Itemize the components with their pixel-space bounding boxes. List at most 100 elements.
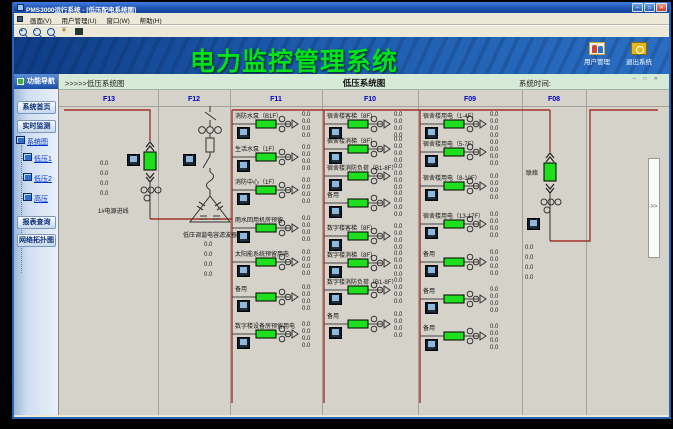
zoom-reset-icon[interactable]	[46, 27, 57, 37]
feeder-breaker-closed[interactable]	[444, 120, 464, 128]
feeder-breaker-closed[interactable]	[348, 145, 368, 153]
feeder-breaker-closed[interactable]	[256, 293, 276, 301]
feeder-breaker-closed[interactable]	[256, 153, 276, 161]
feeder-breaker-closed[interactable]	[348, 232, 368, 240]
tree-item-hv[interactable]: 高压	[34, 194, 48, 204]
tree-item-system-diagram[interactable]: 系统图	[27, 137, 48, 147]
measurement-value: 0.0	[394, 178, 402, 184]
measurement-value: 0.0	[490, 195, 498, 201]
tree-item-lv1[interactable]: 低压1	[34, 154, 52, 164]
fullscreen-icon[interactable]	[74, 27, 85, 37]
measurement-value: 0.0	[302, 230, 310, 236]
meter-icon[interactable]	[237, 265, 250, 277]
flow-arrow-icon	[384, 145, 390, 153]
zoom-in-icon[interactable]: +	[18, 27, 29, 37]
mdi-window-controls[interactable]: ─ □ ✕	[632, 76, 661, 82]
minimize-button[interactable]: ─	[632, 3, 643, 12]
sidebar-item-realtime[interactable]: 实时监测	[17, 120, 56, 133]
measurement-value: 0.0	[394, 251, 402, 257]
meter-icon[interactable]	[425, 189, 438, 201]
delta-capacitor-bank	[190, 196, 230, 222]
measurement-value: 0.0	[394, 292, 402, 298]
meter-icon[interactable]	[425, 227, 438, 239]
flow-arrow-icon	[480, 295, 486, 303]
exit-system-button[interactable]: 退出系统	[622, 42, 656, 66]
feeder-breaker-closed[interactable]	[348, 199, 368, 207]
chevron-down-icon	[546, 184, 554, 193]
ct-symbol	[215, 127, 222, 134]
meter-icon[interactable]	[425, 155, 438, 167]
page-title: 低压系统图	[59, 77, 669, 89]
feeder-breaker-closed[interactable]	[348, 259, 368, 267]
measurement-value: 0.0	[490, 294, 498, 300]
user-management-button[interactable]: 用户管理	[580, 42, 614, 66]
feeder-breaker-closed[interactable]	[444, 295, 464, 303]
meter-icon[interactable]	[237, 231, 250, 243]
feeder-breaker-closed[interactable]	[444, 148, 464, 156]
feeder-breaker-closed[interactable]	[256, 120, 276, 128]
feeder-breaker-closed[interactable]	[348, 172, 368, 180]
meter-icon[interactable]	[527, 218, 540, 230]
feeder-breaker-closed[interactable]	[256, 258, 276, 266]
measurement-value: 0.0	[394, 119, 402, 125]
measurement-value: 0.0	[302, 223, 310, 229]
zoom-out-icon[interactable]: -	[32, 27, 43, 37]
measurement-value: 0.0	[490, 212, 498, 218]
meter-icon[interactable]	[329, 327, 342, 339]
meter-icon[interactable]	[237, 193, 250, 205]
feeder-label: 备用	[235, 284, 247, 293]
measurement-value: 0.0	[490, 147, 498, 153]
feeder-breaker-closed[interactable]	[348, 120, 368, 128]
feeder-breaker-closed[interactable]	[256, 224, 276, 232]
meter-icon[interactable]	[425, 302, 438, 314]
menu-bar: 画面(V) 用户管理(U) 窗口(W) 帮助(H)	[14, 13, 669, 25]
feeder-breaker-closed[interactable]	[256, 330, 276, 338]
meter-icon[interactable]	[237, 337, 250, 349]
meter-icon[interactable]	[183, 154, 196, 166]
menu-window[interactable]: 窗口(W)	[102, 15, 133, 25]
title-bar[interactable]: PMS3000运行系统 - [低压配电系统图] ─ □ ✕	[14, 2, 669, 13]
menu-user-management[interactable]: 用户管理(U)	[57, 15, 100, 25]
sidebar-item-report[interactable]: 报表查询	[17, 216, 56, 229]
feeder-breaker-closed[interactable]	[444, 182, 464, 190]
meter-icon[interactable]	[425, 265, 438, 277]
meter-icon[interactable]	[329, 206, 342, 218]
feeder-label: 宿舍楼消梯（8F）	[327, 136, 376, 145]
measurement-value: 0.0	[302, 306, 310, 312]
meter-icon[interactable]	[425, 127, 438, 139]
tree-item-lv2[interactable]: 低压2	[34, 174, 52, 184]
flow-arrow-icon	[384, 172, 390, 180]
measurement-value: 0.0	[302, 343, 310, 349]
tie-breaker-closed[interactable]	[544, 163, 556, 181]
meter-icon[interactable]	[237, 160, 250, 172]
menu-help[interactable]: 帮助(H)	[136, 15, 166, 25]
next-page-button[interactable]: >>	[648, 158, 660, 258]
sidebar-item-topology[interactable]: 网络拓扑图	[17, 234, 56, 247]
ct-symbol	[279, 230, 285, 236]
feeder-breaker-closed[interactable]	[348, 320, 368, 328]
meter-icon[interactable]	[237, 300, 250, 312]
feeder-breaker-closed[interactable]	[444, 258, 464, 266]
ct-symbol	[279, 192, 285, 198]
users-icon	[589, 42, 605, 55]
meter-icon[interactable]	[127, 154, 140, 166]
meter-icon[interactable]	[329, 293, 342, 305]
flow-arrow-icon	[292, 330, 298, 338]
annotate-icon[interactable]: ¥	[60, 27, 71, 37]
incoming-breaker-closed[interactable]	[144, 152, 156, 170]
feeder-breaker-closed[interactable]	[256, 186, 276, 194]
close-button[interactable]: ✕	[656, 3, 667, 12]
feeder-breaker-closed[interactable]	[348, 286, 368, 294]
measurement-value: 0.0	[394, 144, 402, 150]
meter-icon[interactable]	[237, 127, 250, 139]
sidebar-item-home[interactable]: 系统首页	[17, 101, 56, 114]
feeder-breaker-closed[interactable]	[444, 220, 464, 228]
ct-symbol	[371, 126, 377, 132]
chevron-up-icon	[546, 153, 554, 162]
maximize-button[interactable]: □	[644, 3, 655, 12]
measurement-value: 0.0	[490, 112, 498, 118]
measurement-value: 0.0	[302, 271, 310, 277]
meter-icon[interactable]	[425, 339, 438, 351]
menu-view[interactable]: 画面(V)	[26, 15, 56, 25]
feeder-breaker-closed[interactable]	[444, 332, 464, 340]
